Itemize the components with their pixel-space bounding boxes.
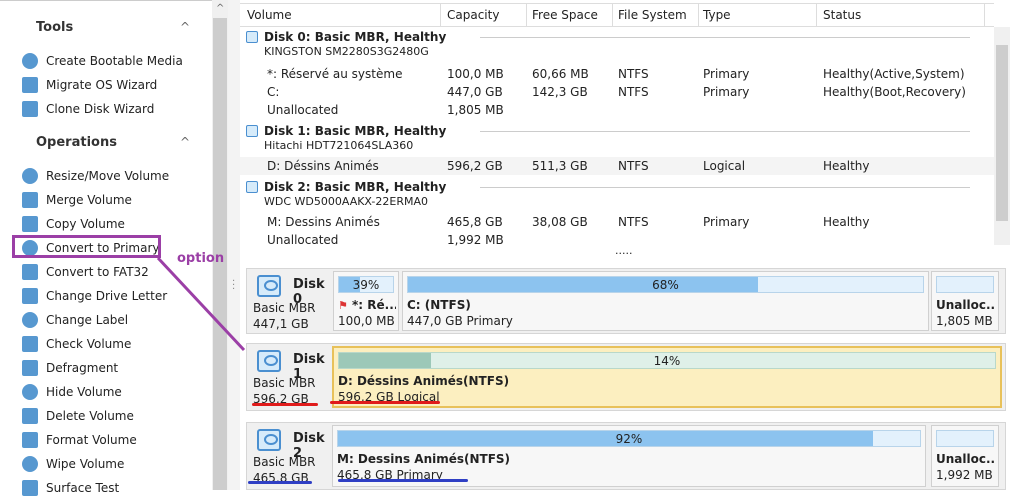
blue-underline xyxy=(248,481,312,484)
annotation-arrow xyxy=(156,256,246,352)
blue-underline xyxy=(338,479,468,482)
red-underline xyxy=(330,401,440,404)
red-underline xyxy=(252,403,318,406)
